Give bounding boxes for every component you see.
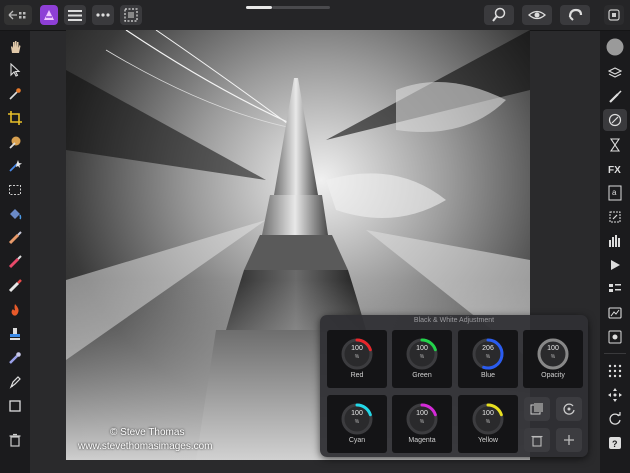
selection-brush-icon[interactable] [5, 156, 25, 176]
dial-green-unit: % [419, 354, 425, 360]
divider [604, 353, 626, 354]
settings-icon[interactable] [605, 327, 625, 347]
navigator-icon[interactable] [605, 303, 625, 323]
macro-icon[interactable] [605, 255, 625, 275]
dial-cyan-unit: % [354, 419, 360, 425]
dial-magenta[interactable]: 100 % Magenta [392, 395, 452, 453]
move-icon[interactable] [5, 60, 25, 80]
menu-icon[interactable] [64, 5, 86, 25]
add-icon[interactable] [556, 428, 582, 452]
eraser-icon[interactable] [5, 252, 25, 272]
dial-red-value: 100 [351, 345, 363, 352]
studio-panel-bar: FX a ? [600, 31, 630, 473]
dial-red-unit: % [354, 354, 360, 360]
dial-opacity-value: 100 [547, 345, 559, 352]
layers-icon[interactable] [605, 63, 625, 83]
color-icon[interactable] [605, 37, 625, 57]
marquee-icon[interactable] [5, 180, 25, 200]
burn-icon[interactable] [5, 300, 25, 320]
dial-yellow-label: Yellow [478, 437, 498, 444]
black-white-adjustment-panel: Black & White Adjustment 100 % Red 100 %… [320, 315, 588, 457]
pen-icon[interactable] [5, 372, 25, 392]
dial-red-label: Red [350, 372, 364, 379]
grid-icon[interactable] [605, 361, 625, 381]
snapping-icon[interactable] [560, 5, 590, 25]
dial-blue-label: Blue [480, 372, 495, 379]
panel-title: Black & White Adjustment [413, 317, 495, 324]
color-picker-icon[interactable] [5, 84, 25, 104]
dial-green[interactable]: 100 % Green [392, 330, 452, 388]
hand-icon[interactable] [5, 37, 25, 57]
paint-mixer-icon[interactable] [5, 132, 25, 152]
dial-opacity[interactable]: 100 % Opacity [523, 330, 583, 388]
top-toolbar [0, 0, 630, 31]
brushes-icon[interactable] [605, 87, 625, 107]
dial-opacity-label: Opacity [541, 372, 565, 379]
back-grid-icon[interactable] [4, 5, 32, 25]
dial-magenta-unit: % [419, 419, 425, 425]
dial-magenta-label: Magenta [408, 437, 436, 444]
zoom-icon[interactable] [484, 5, 514, 25]
histogram-icon[interactable] [605, 231, 625, 251]
trash-icon[interactable] [5, 430, 25, 450]
svg-text:FX: FX [608, 165, 621, 176]
fx-icon[interactable]: FX [605, 159, 625, 179]
brush-icon[interactable] [5, 228, 25, 248]
move-arrows-icon[interactable] [605, 385, 625, 405]
svg-text:a: a [612, 188, 617, 197]
dial-blue-value: 206 [482, 345, 494, 352]
dial-green-label: Green [412, 372, 432, 379]
dial-magenta-value: 100 [416, 410, 428, 417]
watermark-copyright: © Steve Thomas [110, 427, 185, 438]
adjustments-icon[interactable] [603, 109, 627, 131]
shape-icon[interactable] [5, 396, 25, 416]
dial-cyan[interactable]: 100 % Cyan [327, 395, 387, 453]
dial-cyan-label: Cyan [348, 437, 366, 444]
tools-panel [0, 31, 30, 473]
history-icon[interactable] [605, 135, 625, 155]
healing-icon[interactable] [5, 276, 25, 296]
clone-icon[interactable] [5, 324, 25, 344]
dial-yellow[interactable]: 100 % Yellow [458, 395, 518, 453]
window-handle-track [272, 6, 330, 9]
app-logo-icon[interactable] [40, 5, 58, 25]
dial-blue[interactable]: 206 % Blue [458, 330, 518, 388]
help-icon[interactable]: ? [605, 433, 625, 453]
view-icon[interactable] [522, 5, 552, 25]
merge-icon[interactable] [524, 397, 550, 421]
window-handle[interactable] [246, 6, 272, 9]
crop-icon[interactable] [5, 108, 25, 128]
dial-opacity-unit: % [550, 354, 556, 360]
smudge-icon[interactable] [5, 348, 25, 368]
dial-yellow-value: 100 [482, 410, 494, 417]
svg-text:?: ? [612, 439, 618, 449]
persona-icon[interactable] [604, 5, 624, 25]
flood-fill-icon[interactable] [5, 204, 25, 224]
dial-yellow-unit: % [485, 419, 491, 425]
more-icon[interactable] [92, 5, 114, 25]
text-styles-icon[interactable]: a [605, 183, 625, 203]
watermark-website: www.stevethomasimages.com [78, 441, 213, 452]
selection-icon[interactable] [120, 5, 142, 25]
dial-red[interactable]: 100 % Red [327, 330, 387, 388]
refresh-icon[interactable] [605, 409, 625, 429]
reset-icon[interactable] [556, 397, 582, 421]
dial-cyan-value: 100 [351, 410, 363, 417]
dial-green-value: 100 [416, 345, 428, 352]
dial-blue-unit: % [485, 354, 491, 360]
channels-icon[interactable] [605, 279, 625, 299]
transform-icon[interactable] [605, 207, 625, 227]
delete-icon[interactable] [524, 428, 550, 452]
